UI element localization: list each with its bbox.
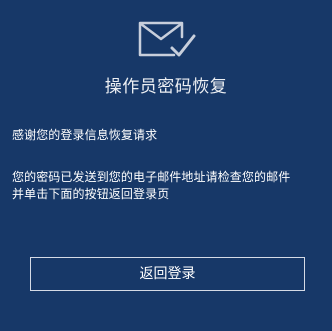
mail-check-icon	[136, 19, 202, 61]
page-title: 操作员密码恢复	[104, 77, 228, 97]
thanks-message: 感谢您的登录信息恢复请求	[12, 128, 158, 142]
detail-message-line-2: 并单击下面的按钮返回登录页	[12, 187, 170, 201]
detail-message-line-1: 您的密码已发送到您的电子邮件地址请检查您的邮件	[12, 170, 291, 184]
back-to-login-button[interactable]: 返回登录	[30, 257, 305, 291]
password-recovery-panel: 操作员密码恢复 感谢您的登录信息恢复请求 您的密码已发送到您的电子邮件地址请检查…	[0, 0, 332, 331]
